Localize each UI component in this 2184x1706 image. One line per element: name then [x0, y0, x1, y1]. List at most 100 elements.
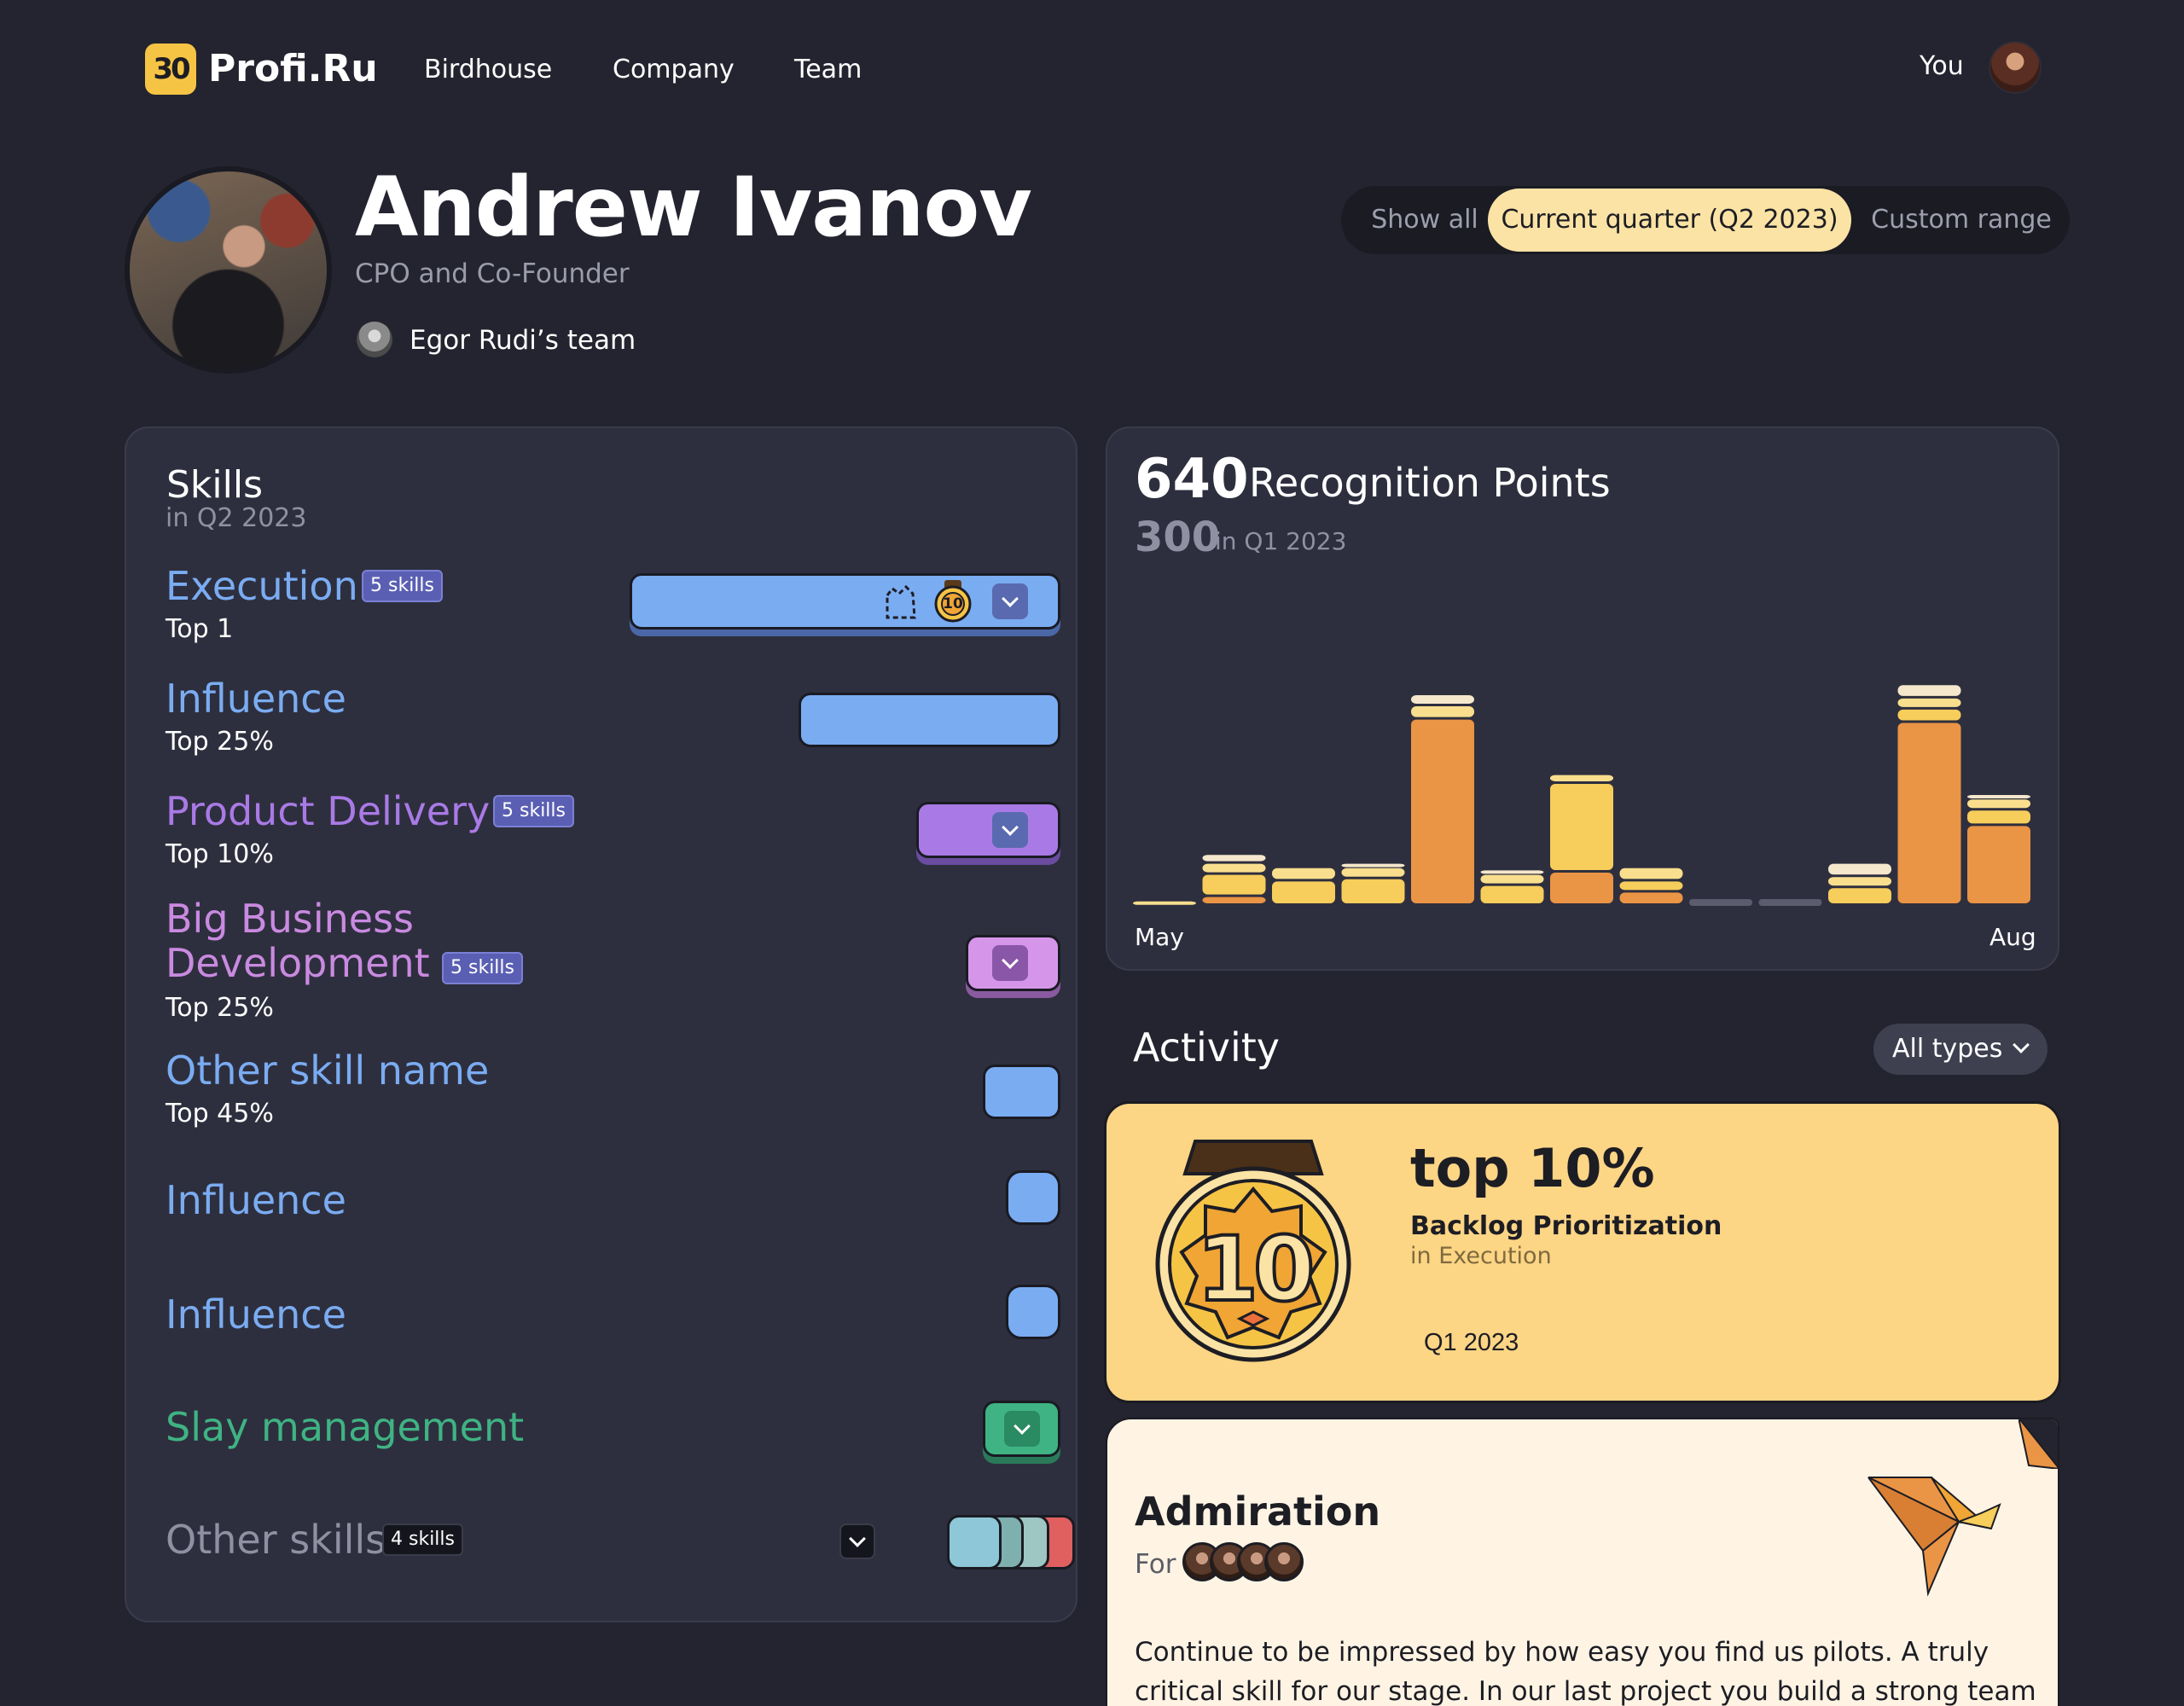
logo-badge[interactable]: 30	[145, 44, 196, 95]
chevron-down-icon	[1002, 590, 1019, 607]
award-category: in Execution	[1410, 1243, 1552, 1269]
team-link[interactable]: Egor Rudi’s team	[410, 322, 636, 358]
chart-x-end: Aug	[1989, 923, 2036, 951]
admiration-for-label: For	[1135, 1549, 1176, 1580]
chart-bar-segment[interactable]	[1828, 877, 1891, 886]
chevron-down-icon	[2013, 1036, 2030, 1053]
skill-chip-cyan[interactable]	[947, 1515, 1002, 1570]
award-headline: top 10%	[1410, 1137, 1655, 1199]
chart-bar-segment[interactable]	[1480, 885, 1544, 903]
chart-bar-segment[interactable]	[1480, 874, 1544, 884]
profile-name: Andrew Ivanov	[355, 160, 1032, 255]
chart-bar-segment[interactable]	[1967, 795, 2030, 798]
user-avatar[interactable]	[1989, 41, 2042, 94]
skills-card: Skills in Q2 2023 Execution 5 skills Top…	[125, 426, 1077, 1622]
skill-bar-other-skill[interactable]	[983, 1065, 1060, 1119]
chart-bar-segment[interactable]	[1272, 881, 1335, 903]
skill-count-badge: 5 skills	[442, 952, 523, 984]
chart-bar-segment[interactable]	[1411, 695, 1474, 704]
chart-bar-segment[interactable]	[1341, 868, 1405, 877]
range-custom[interactable]: Custom range	[1858, 189, 2065, 252]
skill-bar-influence-3[interactable]	[1006, 1285, 1060, 1339]
chart-bar-empty[interactable]	[1689, 899, 1752, 906]
expand-slay-management-button[interactable]	[1004, 1411, 1040, 1447]
user-label[interactable]: You	[1920, 49, 1964, 84]
skill-name-other-skills[interactable]: Other skills	[166, 1517, 386, 1563]
skill-bar-product-delivery[interactable]	[916, 802, 1060, 858]
skill-bar-influence-2[interactable]	[1006, 1170, 1060, 1225]
skill-rank: Top 25%	[166, 727, 274, 757]
nav-link-company[interactable]: Company	[613, 53, 735, 87]
skill-name-big-business-line1[interactable]: Big Business	[166, 896, 414, 942]
chevron-down-icon	[1002, 952, 1019, 969]
team-lead-avatar[interactable]	[357, 322, 392, 357]
chart-bar-segment[interactable]	[1550, 873, 1613, 903]
skill-name-product-delivery[interactable]: Product Delivery	[166, 788, 490, 834]
medal-number: 10	[943, 595, 963, 612]
chart-bar-segment[interactable]	[1619, 868, 1683, 879]
chevron-down-icon	[849, 1530, 866, 1547]
chart-bar-segment[interactable]	[1341, 879, 1405, 903]
previous-points: 300	[1135, 514, 1221, 561]
profile-photo	[125, 166, 332, 374]
expand-big-business-button[interactable]	[992, 945, 1028, 981]
origami-bird-icon	[1867, 1477, 2001, 1597]
skill-rank: Top 45%	[166, 1099, 274, 1129]
skill-rank: Top 10%	[166, 839, 274, 869]
nav-link-team[interactable]: Team	[794, 53, 862, 87]
chart-bar-segment[interactable]	[1550, 775, 1613, 781]
chart-bar-segment[interactable]	[1550, 784, 1613, 870]
chart-bar-segment[interactable]	[1967, 799, 2030, 809]
chart-bar-segment[interactable]	[1828, 863, 1891, 875]
expand-product-delivery-button[interactable]	[992, 812, 1028, 848]
profile-role: CPO and Co-Founder	[355, 258, 630, 289]
admiration-card[interactable]: Admiration For Continue to be impressed …	[1106, 1418, 2059, 1706]
chart-bar-segment[interactable]	[1967, 826, 2030, 903]
award-quarter: Q1 2023	[1424, 1329, 1519, 1356]
range-show-all[interactable]: Show all	[1350, 189, 1500, 252]
chart-bar-segment[interactable]	[1272, 868, 1335, 879]
skill-name-execution[interactable]: Execution	[166, 563, 358, 609]
skill-name-big-business-line2[interactable]: Development	[166, 940, 430, 986]
chart-bar-segment[interactable]	[1897, 722, 1961, 904]
chart-bar-segment[interactable]	[1202, 874, 1266, 895]
skill-bar-influence[interactable]	[799, 693, 1060, 747]
recipient-avatar[interactable]	[1264, 1542, 1304, 1581]
chart-bar-segment[interactable]	[1133, 901, 1196, 905]
skill-name-influence[interactable]: Influence	[166, 676, 346, 722]
chart-bar-segment[interactable]	[1897, 709, 1961, 721]
skill-count-badge: 5 skills	[493, 795, 574, 827]
skill-name-slay-management[interactable]: Slay management	[166, 1404, 524, 1450]
skills-subtitle: in Q2 2023	[166, 503, 307, 533]
chart-bar-segment[interactable]	[1828, 888, 1891, 903]
skill-name-influence-2[interactable]: Influence	[166, 1177, 346, 1223]
skills-title: Skills	[166, 463, 264, 507]
logo-text[interactable]: Profi.Ru	[208, 43, 378, 96]
chart-bar-segment[interactable]	[1897, 685, 1961, 696]
chart-bar-segment[interactable]	[1619, 892, 1683, 903]
range-current-quarter[interactable]: Current quarter (Q2 2023)	[1488, 189, 1851, 252]
chart-bar-segment[interactable]	[1619, 881, 1683, 891]
chart-bar-segment[interactable]	[1202, 863, 1266, 873]
chart-bar-segment[interactable]	[1411, 706, 1474, 717]
admiration-text: Continue to be impressed by how easy you…	[1135, 1637, 2036, 1706]
activity-type-filter[interactable]: All types	[1873, 1024, 2048, 1075]
chart-bar-segment[interactable]	[1202, 855, 1266, 862]
chart-bar-segment[interactable]	[1411, 719, 1474, 903]
chart-bar-segment[interactable]	[1480, 870, 1544, 874]
recognition-label: Recognition Points	[1249, 460, 1611, 506]
skill-name-influence-3[interactable]: Influence	[166, 1291, 346, 1338]
skill-name-other-skill[interactable]: Other skill name	[166, 1047, 489, 1094]
award-card[interactable]: 10 top 10% Backlog Prioritization in Exe…	[1104, 1101, 2061, 1403]
expand-execution-button[interactable]	[992, 583, 1028, 619]
chevron-down-icon	[1014, 1418, 1031, 1435]
chart-bar-segment[interactable]	[1341, 863, 1405, 868]
chart-bar-segment[interactable]	[1202, 897, 1266, 903]
nav-link-birdhouse[interactable]: Birdhouse	[424, 53, 552, 87]
chart-bar-segment[interactable]	[1967, 810, 2030, 824]
expand-other-skills-button[interactable]	[839, 1523, 875, 1559]
skill-rank: Top 25%	[166, 993, 274, 1023]
top-nav: 30 Profi.Ru Birdhouse Company Team You	[0, 0, 2184, 141]
chart-bar-empty[interactable]	[1758, 899, 1822, 906]
chart-bar-segment[interactable]	[1897, 698, 1961, 707]
